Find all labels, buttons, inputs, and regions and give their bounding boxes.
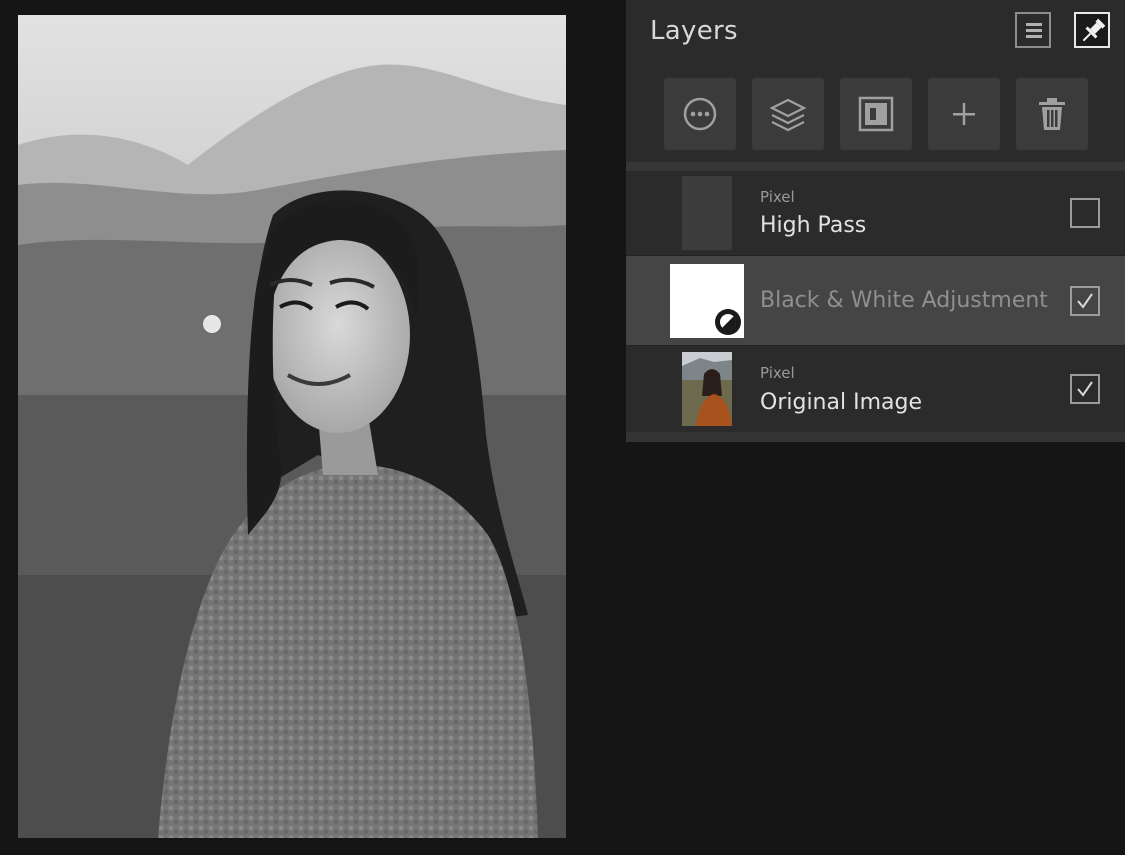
layer-name: Original Image [760,390,922,415]
layer-type: Pixel [760,188,795,206]
add-icon [953,103,975,125]
layer-visibility-checkbox[interactable] [1070,374,1100,404]
layer-options-button[interactable] [664,78,736,150]
layer-name: High Pass [760,213,867,238]
add-layer-button[interactable] [928,78,1000,150]
toolbar-divider [626,162,1125,171]
panel-menu-button[interactable] [1015,12,1051,48]
layer-row-black-white-adjustment[interactable]: Black & White Adjustment [626,256,1125,345]
layer-thumbnail [670,264,744,338]
layer-visibility-checkbox[interactable] [1070,198,1100,228]
panel-header: Layers [626,0,1125,64]
layer-stack-icon [769,98,807,132]
checkmark-icon [1077,293,1093,309]
layer-row-original-image[interactable]: Pixel Original Image [626,346,1125,432]
more-options-icon [683,97,717,131]
layer-thumbnail [682,352,732,426]
layer-stack-button[interactable] [752,78,824,150]
photo-illustration [18,15,566,838]
mask-icon [858,96,894,132]
pin-panel-button[interactable] [1074,12,1110,48]
layer-type: Pixel [760,364,795,382]
layers-toolbar [626,64,1125,162]
checkmark-icon [1077,381,1093,397]
layer-visibility-checkbox[interactable] [1070,286,1100,316]
photo-thumbnail-illustration [682,352,732,426]
trash-icon [1039,98,1065,130]
layer-row-high-pass[interactable]: Pixel High Pass [626,171,1125,255]
layers-panel: Layers Pixel High Pass Black & White Adj… [626,0,1125,442]
mask-layer-button[interactable] [840,78,912,150]
pin-icon [1082,18,1106,42]
panel-footer-divider [626,432,1125,442]
panel-title: Layers [650,16,738,46]
canvas-photo [18,15,566,838]
layer-name: Black & White Adjustment [760,288,1048,313]
layer-thumbnail [682,176,732,250]
adjustment-icon [715,309,741,335]
menu-icon [1026,23,1042,38]
delete-layer-button[interactable] [1016,78,1088,150]
